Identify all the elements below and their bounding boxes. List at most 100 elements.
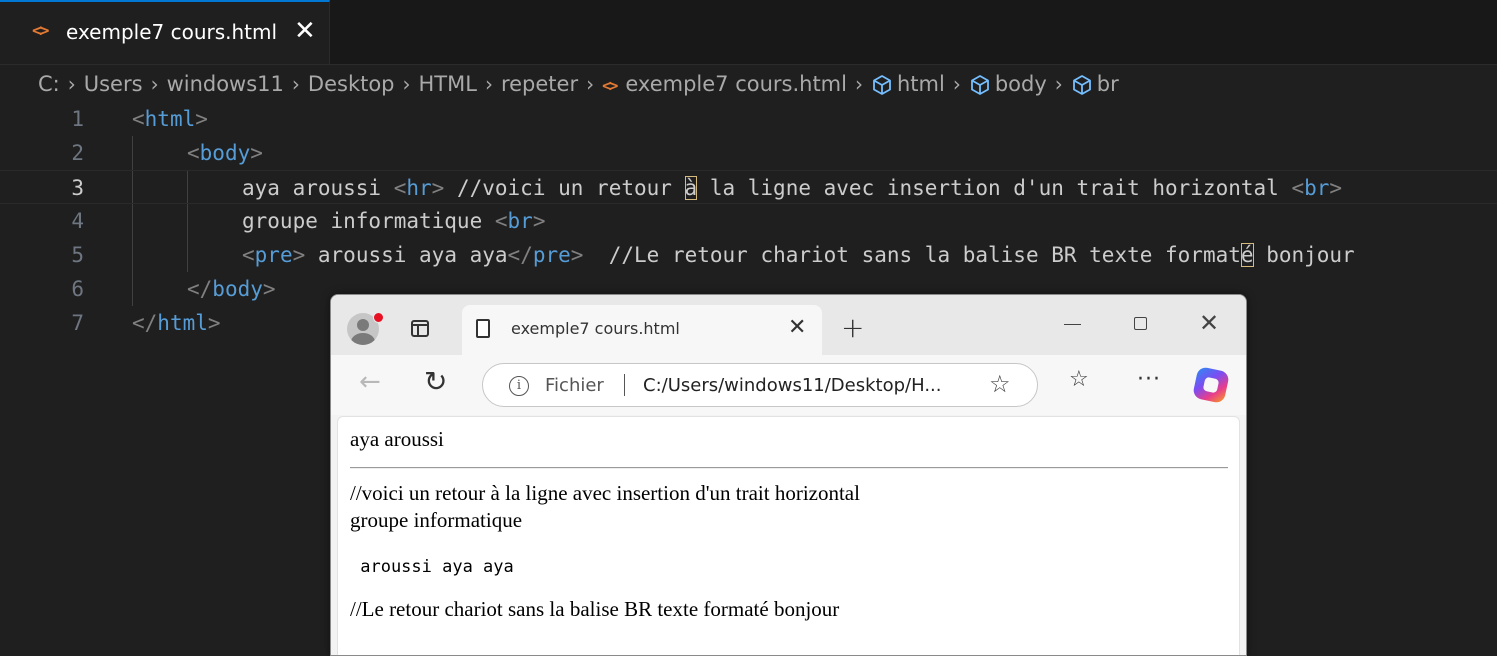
code-text: </html> <box>132 306 221 340</box>
text-token: aya aroussi <box>242 176 394 200</box>
minimize-icon[interactable] <box>1064 324 1081 325</box>
tag-name: html <box>144 107 196 131</box>
copilot-icon[interactable] <box>1192 366 1230 404</box>
breadcrumb-item[interactable]: repeter <box>501 72 578 96</box>
code-line[interactable]: 3 aya aroussi <hr> //voici un retour à la… <box>0 170 1497 204</box>
chevron-right-icon: › <box>67 72 76 96</box>
tag-bracket: > <box>570 243 584 267</box>
breadcrumb-label: windows11 <box>166 72 284 96</box>
page-text-line: aya aroussi <box>350 427 444 451</box>
tag-bracket: > <box>1329 176 1343 200</box>
code-line[interactable]: 4 groupe informatique <br> <box>0 204 1497 238</box>
address-scheme-label: Fichier <box>545 375 604 396</box>
chevron-right-icon: › <box>952 72 961 96</box>
tag-name: br <box>1304 176 1330 200</box>
breadcrumb-item[interactable]: <> exemple7 cours.html <box>602 72 847 96</box>
editor-tab-bar: <> exemple7 cours.html ✕ <box>0 0 1497 65</box>
text-token: //voici un retour <box>444 176 685 200</box>
code-line[interactable]: 5 <pre> aroussi aya aya</pre> //Le retour… <box>0 238 1497 272</box>
tag-bracket: > <box>207 311 221 335</box>
breadcrumb-label: Desktop <box>307 72 395 96</box>
code-text: groupe informatique <br> <box>242 204 545 238</box>
tag-bracket: </ <box>507 243 533 267</box>
symbol-element-icon <box>871 72 897 96</box>
favorite-star-icon[interactable]: ☆ <box>989 370 1011 398</box>
page-text-line: //Le retour chariot sans la balise BR te… <box>350 597 840 621</box>
line-number: 6 <box>71 277 84 301</box>
new-tab-icon[interactable]: + <box>841 311 864 344</box>
breadcrumb-label: br <box>1096 72 1119 96</box>
chevron-right-icon: › <box>291 72 300 96</box>
text-token: groupe informatique <box>242 209 495 233</box>
close-icon[interactable]: ✕ <box>294 16 316 46</box>
breadcrumb-item[interactable]: Users <box>84 72 143 96</box>
line-number: 1 <box>71 107 84 131</box>
address-bar[interactable]: i Fichier C:/Users/windows11/Desktop/H..… <box>482 363 1038 407</box>
back-icon[interactable]: ← <box>359 367 381 397</box>
code-text: <body> <box>187 136 263 170</box>
horizontal-rule <box>350 467 1228 469</box>
more-icon[interactable]: ··· <box>1137 367 1161 392</box>
tag-bracket: > <box>431 176 445 200</box>
favorites-icon[interactable]: ☆ <box>1069 367 1089 392</box>
tag-name: pre <box>532 243 571 267</box>
editor-tab-label: exemple7 cours.html <box>66 20 278 44</box>
close-window-icon[interactable]: ✕ <box>1199 309 1219 337</box>
info-icon[interactable]: i <box>509 376 529 396</box>
code-line[interactable]: 2 <body> <box>0 136 1497 170</box>
tag-bracket: > <box>292 243 306 267</box>
notification-dot <box>373 312 384 323</box>
breadcrumb-label: C: <box>38 72 60 96</box>
browser-window: exemple7 cours.html ✕ + ✕ ← ↻ i Fichier … <box>330 294 1247 656</box>
breadcrumb-item[interactable]: windows11 <box>167 72 284 96</box>
page-content: aya aroussi //voici un retour à la ligne… <box>337 416 1240 655</box>
chevron-right-icon: › <box>484 72 493 96</box>
tag-name: body <box>199 141 251 165</box>
breadcrumb-item[interactable]: body <box>969 72 1047 96</box>
close-icon[interactable]: ✕ <box>788 315 806 340</box>
breadcrumb-item[interactable]: br <box>1071 72 1119 96</box>
tag-bracket: < <box>187 141 200 165</box>
address-url[interactable]: C:/Users/windows11/Desktop/H... <box>643 375 942 396</box>
code-text: </body> <box>187 272 276 306</box>
text-token: aroussi aya aya <box>305 243 508 267</box>
reload-icon[interactable]: ↻ <box>424 365 447 398</box>
text-token: //Le retour chariot sans la balise BR te… <box>583 243 1241 267</box>
line-number: 3 <box>71 176 84 200</box>
tag-bracket: < <box>494 209 508 233</box>
page-icon <box>476 319 490 338</box>
line-number: 5 <box>71 243 84 267</box>
breadcrumb-item[interactable]: Desktop <box>308 72 395 96</box>
breadcrumb-label: exemple7 cours.html <box>625 72 847 96</box>
maximize-icon[interactable] <box>1134 317 1147 330</box>
symbol-element-icon <box>1071 72 1097 96</box>
breadcrumb-item[interactable]: html <box>871 72 945 96</box>
breadcrumb: C: › Users › windows11 › Desktop › HTML › repeter ›… <box>38 68 1119 100</box>
code-line[interactable]: 1 <html> <box>0 102 1497 136</box>
tag-name: br <box>507 209 533 233</box>
tab-actions-icon[interactable] <box>411 320 429 337</box>
tag-name: pre <box>254 243 293 267</box>
editor-tab[interactable]: <> exemple7 cours.html ✕ <box>0 0 330 64</box>
tag-bracket: </ <box>132 311 158 335</box>
tag-name: hr <box>406 176 432 200</box>
line-number: 4 <box>71 209 84 233</box>
breadcrumb-label: html <box>896 72 945 96</box>
chevron-right-icon: › <box>402 72 411 96</box>
breadcrumb-item[interactable]: HTML <box>419 72 477 96</box>
breadcrumb-item[interactable]: C: <box>38 72 60 96</box>
tag-name: body <box>212 277 263 301</box>
html-file-icon: <> <box>602 76 618 95</box>
breadcrumb-label: Users <box>83 72 143 96</box>
browser-title-bar: exemple7 cours.html ✕ + ✕ <box>331 295 1246 355</box>
chevron-right-icon: › <box>1054 72 1063 96</box>
tag-bracket: > <box>250 141 263 165</box>
browser-tab-title: exemple7 cours.html <box>511 319 680 338</box>
browser-tab[interactable]: exemple7 cours.html ✕ <box>462 305 822 355</box>
breadcrumb-label: body <box>994 72 1047 96</box>
breadcrumb-label: HTML <box>418 72 477 96</box>
tag-bracket: < <box>1291 176 1305 200</box>
text-token: bonjour <box>1253 243 1355 267</box>
bracket-match-highlight: à <box>684 176 698 200</box>
chevron-right-icon: › <box>150 72 159 96</box>
